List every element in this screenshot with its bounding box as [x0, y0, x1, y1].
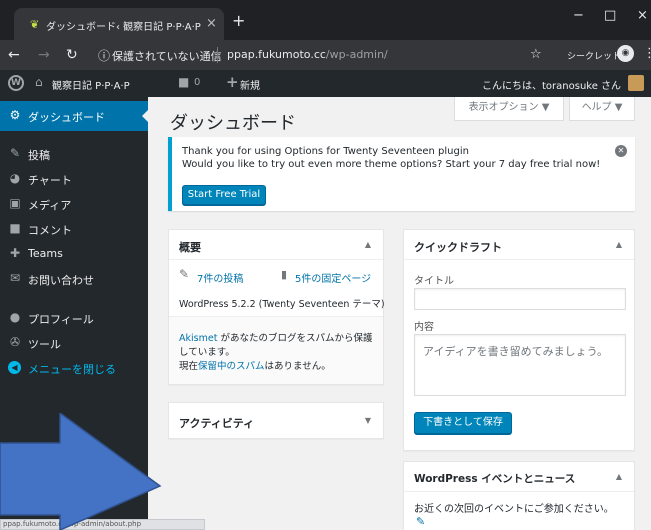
collapse-icon: ◀	[8, 361, 21, 374]
events-widget: WordPress イベントとニュース ▲ お近くの次回のイベントにご参加くださ…	[403, 461, 635, 530]
site-name-link[interactable]: 観察日記 P·P·A·P	[52, 77, 130, 92]
user-greeting[interactable]: こんにちは、toranosuke さん	[482, 77, 621, 92]
dismiss-icon[interactable]: ✕	[615, 145, 627, 157]
dashboard-icon: ⚙	[9, 108, 21, 122]
pages-count-link[interactable]: 5件の固定ページ	[295, 270, 371, 285]
page-title: ダッシュボード	[170, 113, 296, 134]
forward-icon[interactable]: →	[38, 47, 50, 63]
notice-text: Would you like to try out even more them…	[182, 159, 601, 170]
back-icon[interactable]: ←	[8, 47, 20, 63]
sidebar-item-label: メディア	[28, 199, 72, 212]
plus-icon[interactable]: +	[226, 73, 239, 91]
location-edit-icon[interactable]: ✎	[416, 515, 425, 528]
pin-icon: ✎	[9, 146, 21, 160]
sidebar-item-label: コメント	[28, 224, 72, 237]
minimize-button[interactable]: −	[573, 8, 584, 23]
info-icon[interactable]: ⓘ	[98, 47, 110, 64]
notice-title: Thank you for using Options for Twenty S…	[182, 146, 469, 157]
toggle-down-icon[interactable]: ▼	[365, 416, 371, 425]
toggle-up-icon[interactable]: ▲	[365, 240, 371, 249]
browser-toolbar: ← → ↻ ⓘ 保護されていない通信 ppap.fukumoto.cc/wp-a…	[0, 40, 651, 70]
draft-content-label: 内容	[414, 322, 434, 333]
widget-title: クイックドラフト	[414, 241, 502, 254]
new-content-link[interactable]: 新規	[240, 77, 260, 92]
widget-header[interactable]: アクティビティ ▼	[169, 403, 383, 433]
sidebar-item-label: ダッシュボード	[28, 111, 105, 124]
browser-tab-strip: ❦ ダッシュボード‹ 観察日記 P·P·A·P × + − □ ×	[0, 0, 651, 40]
sidebar-item-contact[interactable]: ✉ お問い合わせ	[0, 264, 148, 294]
maximize-button[interactable]: □	[604, 8, 616, 23]
media-icon: ▣	[9, 196, 21, 210]
sidebar-collapse-menu[interactable]: ◀ メニューを閉じる	[0, 353, 148, 383]
incognito-icon[interactable]: ◉	[617, 45, 634, 62]
sidebar-item-label: Teams	[28, 247, 63, 260]
sidebar-item-label: プロフィール	[28, 313, 94, 326]
wp-admin-bar: W ⌂ 観察日記 P·P·A·P ■ 0 + 新規 こんにちは、toranosu…	[0, 70, 651, 97]
widget-title: アクティビティ	[179, 417, 255, 430]
reload-icon[interactable]: ↻	[66, 47, 78, 63]
activity-widget: アクティビティ ▼	[168, 402, 384, 439]
akismet-link[interactable]: Akismet	[179, 333, 217, 344]
browser-menu-icon[interactable]: ⋮	[643, 46, 651, 61]
sidebar-item-label: ツール	[28, 338, 61, 351]
main-content: 表示オプション ▼ ヘルプ ▼ ダッシュボード Thank you for us…	[148, 97, 651, 530]
mail-icon: ✉	[9, 271, 21, 285]
widget-header[interactable]: WordPress イベントとニュース ▲	[404, 462, 634, 492]
sidebar-item-label: 投稿	[28, 149, 50, 162]
tab-title: ダッシュボード‹ 観察日記 P·P·A·P	[46, 22, 201, 33]
toggle-up-icon[interactable]: ▲	[616, 240, 622, 249]
site-favicon-icon: ❦	[30, 18, 40, 31]
toggle-up-icon[interactable]: ▲	[616, 472, 622, 481]
url-text: ppap.fukumoto.cc/wp-admin/	[227, 48, 388, 61]
draft-title-input[interactable]	[414, 288, 626, 310]
wordpress-logo-icon[interactable]: W	[8, 75, 24, 91]
wp-version-text: WordPress 5.2.2 (Twenty Seventeen テーマ)	[179, 299, 385, 310]
sidebar-item-label: チャート	[28, 174, 72, 187]
incognito-label: シークレット	[567, 52, 622, 62]
sidebar-item-label: お問い合わせ	[28, 274, 94, 287]
start-free-trial-button[interactable]: Start Free Trial	[182, 185, 266, 205]
widget-title: WordPress イベントとニュース	[414, 473, 576, 485]
draft-content-textarea[interactable]: アイディアを書き留めてみましょう。	[414, 334, 626, 396]
chart-icon: ◕	[9, 171, 21, 185]
bookmark-star-icon[interactable]: ☆	[530, 47, 542, 62]
home-icon[interactable]: ⌂	[35, 75, 43, 89]
draft-title-label: タイトル	[414, 276, 454, 287]
comment-icon: ■	[9, 221, 21, 235]
screen-options-button[interactable]: 表示オプション ▼	[454, 97, 564, 121]
address-bar[interactable]: ⓘ 保護されていない通信 ppap.fukumoto.cc/wp-admin/	[98, 44, 558, 66]
window-close-button[interactable]: ×	[637, 8, 648, 23]
help-button[interactable]: ヘルプ ▼	[569, 97, 635, 121]
quick-draft-widget: クイックドラフト ▲ タイトル 内容 アイディアを書き留めてみましょう。 下書き…	[403, 229, 635, 451]
new-tab-button[interactable]: +	[232, 11, 245, 30]
plugin-notice: Thank you for using Options for Twenty S…	[168, 137, 635, 211]
spam-line: 現在保留中のスパムはありません。	[179, 361, 331, 372]
akismet-line: Akismet があなたのブログをスパムから保護	[179, 333, 373, 344]
plus-icon: ✚	[9, 246, 21, 260]
page-icon: ▮	[281, 268, 288, 281]
widget-header[interactable]: 概要 ▲	[169, 230, 383, 260]
sidebar-item-dashboard[interactable]: ⚙ ダッシュボード	[0, 101, 148, 131]
user-icon: ●	[9, 310, 21, 324]
wrench-icon: ✇	[9, 335, 21, 349]
pending-spam-link[interactable]: 保留中のスパム	[198, 361, 265, 372]
comment-count[interactable]: 0	[194, 77, 200, 88]
glance-widget: 概要 ▲ ✎ 7件の投稿 ▮ 5件の固定ページ WordPress 5.2.2 …	[168, 229, 385, 385]
draft-content-placeholder: アイディアを書き留めてみましょう。	[423, 345, 609, 358]
address-divider	[217, 47, 218, 63]
annotation-arrow-icon	[0, 413, 162, 530]
pin-icon: ✎	[179, 267, 190, 281]
events-text: お近くの次回のイベントにご参加ください。	[414, 504, 614, 515]
security-label: 保護されていない通信	[112, 50, 222, 63]
avatar[interactable]	[628, 75, 644, 91]
tab-close-icon[interactable]: ×	[206, 16, 217, 31]
widget-title: 概要	[179, 241, 201, 254]
widget-header[interactable]: クイックドラフト ▲	[404, 230, 634, 260]
akismet-line-2: しています。	[179, 347, 235, 358]
browser-tab[interactable]: ❦ ダッシュボード‹ 観察日記 P·P·A·P ×	[14, 8, 224, 40]
sidebar-item-label: メニューを閉じる	[28, 363, 116, 376]
posts-count-link[interactable]: 7件の投稿	[197, 270, 243, 285]
save-draft-button[interactable]: 下書きとして保存	[414, 412, 512, 434]
comment-icon[interactable]: ■	[178, 75, 189, 89]
